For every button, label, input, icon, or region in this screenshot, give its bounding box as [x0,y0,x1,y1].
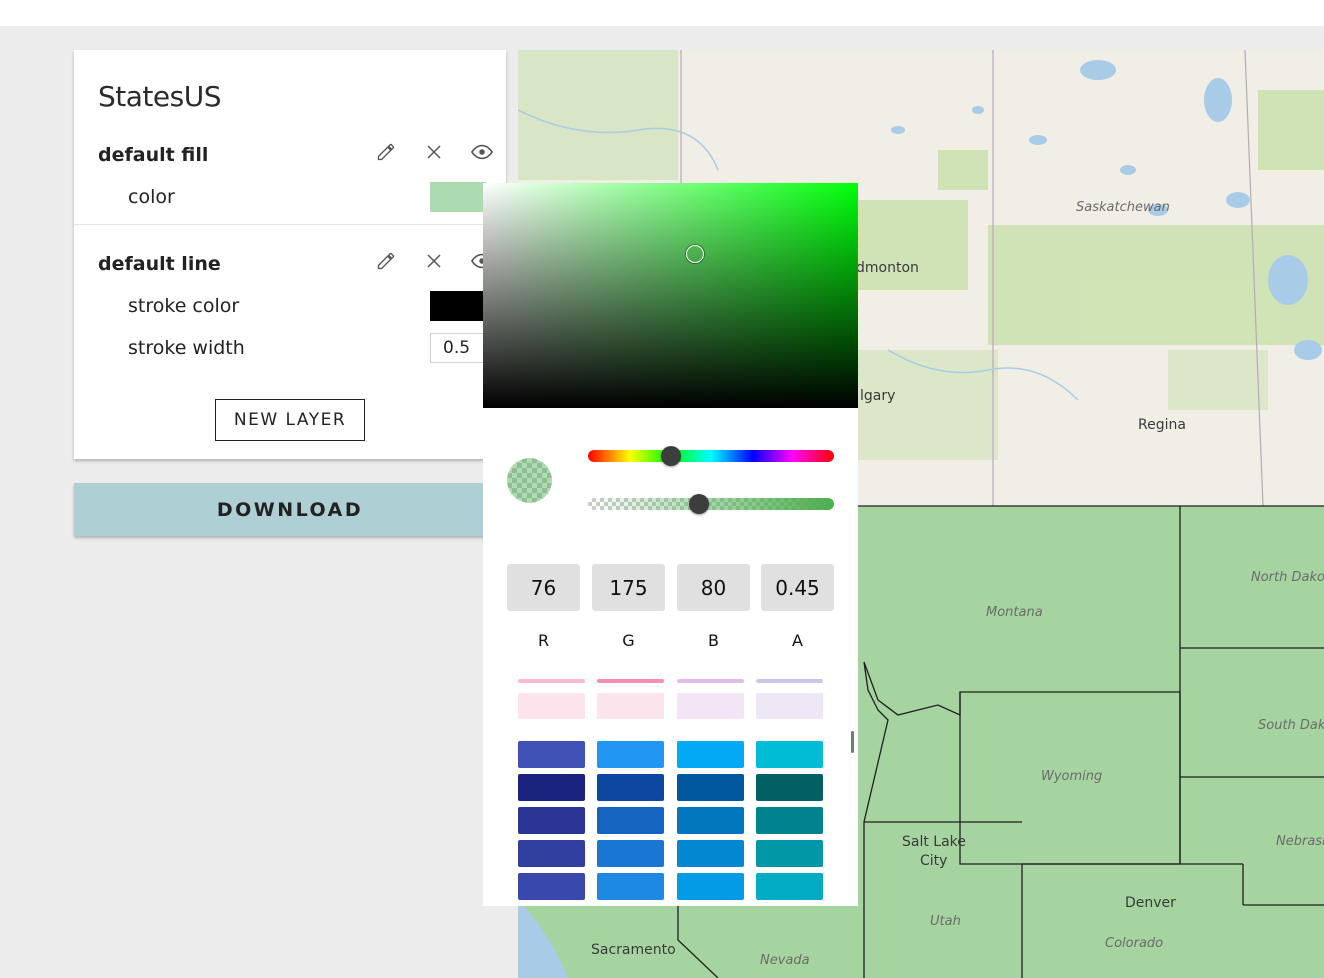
edit-layer-button[interactable] [373,248,399,274]
palette-swatch[interactable] [518,679,585,683]
new-layer-button[interactable]: NEW LAYER [215,399,365,441]
delete-layer-button[interactable] [421,248,447,274]
map-label-nebraska: Nebrask [1276,834,1324,849]
stroke-color-swatch[interactable] [430,291,486,321]
red-input[interactable]: 76 [507,564,580,611]
palette-swatch[interactable] [756,679,823,683]
prop-label-stroke-width: stroke width [128,337,245,359]
palette-swatch[interactable] [756,774,823,801]
alpha-slider-handle[interactable] [689,494,709,514]
palette-swatch[interactable] [518,741,585,768]
map-label-nevada: Nevada [760,953,810,968]
stroke-width-input[interactable]: 0.5 [430,333,486,363]
map-label-colorado: Colorado [1105,936,1164,951]
blue-input[interactable]: 80 [677,564,750,611]
color-preview [507,458,552,503]
red-label: R [537,631,550,650]
palette-swatch[interactable] [677,840,744,867]
panel-title: StatesUS [98,80,221,113]
map-label-north-dakota: North Dako [1251,570,1324,585]
palette-swatch[interactable] [756,741,823,768]
toggle-visibility-button[interactable] [469,139,495,165]
layer-divider [74,224,506,225]
palette-swatch[interactable] [597,774,664,801]
hue-slider[interactable] [588,450,834,462]
hue-slider-handle[interactable] [661,446,681,466]
palette-swatch[interactable] [677,741,744,768]
close-icon [427,254,441,268]
layer-panel: StatesUS default fill color default line… [74,50,506,459]
map-label-wyoming: Wyoming [1041,769,1103,784]
map-label-city: City [920,853,948,869]
map-label-sacramento: Sacramento [591,942,676,958]
palette-swatch[interactable] [597,840,664,867]
saturation-cursor[interactable] [686,245,704,263]
palette-swatch[interactable] [518,840,585,867]
palette-swatch[interactable] [677,873,744,900]
palette-swatch[interactable] [756,873,823,900]
color-preview-fill [507,458,552,503]
layer-name-default-line: default line [98,253,221,275]
alpha-label: A [792,631,803,650]
saturation-area[interactable] [483,183,858,408]
palette-swatch[interactable] [677,679,744,683]
download-button[interactable]: DOWNLOAD [74,483,506,536]
green-input[interactable]: 175 [592,564,665,611]
pencil-icon [377,143,395,161]
eye-icon [471,144,493,160]
pencil-icon [377,252,395,270]
green-label: G [622,631,635,650]
top-bar [0,0,1324,26]
palette-swatch[interactable] [756,840,823,867]
fill-color-swatch[interactable] [430,182,486,212]
close-icon [427,145,441,159]
palette-swatch[interactable] [518,807,585,834]
palette-swatch[interactable] [756,693,823,719]
map-label-salt-lake: Salt Lake [902,834,966,850]
palette-swatch[interactable] [597,679,664,683]
layer-name-default-fill: default fill [98,144,209,166]
palette-swatch[interactable] [677,693,744,719]
map-label-regina: Regina [1138,417,1186,433]
edit-layer-button[interactable] [373,139,399,165]
alpha-slider[interactable] [588,498,834,510]
palette-swatch[interactable] [597,693,664,719]
palette-swatch[interactable] [677,774,744,801]
blue-label: B [708,631,719,650]
palette-swatch[interactable] [518,774,585,801]
palette-swatch[interactable] [518,693,585,719]
palette-swatch[interactable] [518,873,585,900]
palette-swatch[interactable] [597,873,664,900]
palette-swatch[interactable] [597,741,664,768]
map-label-montana: Montana [986,605,1043,620]
palette-scrollbar[interactable] [851,731,854,753]
map-label-south-dakota: South Dako [1258,718,1324,733]
prop-label-stroke-color: stroke color [128,295,240,317]
palette-swatch[interactable] [677,807,744,834]
delete-layer-button[interactable] [421,139,447,165]
palette-swatch[interactable] [597,807,664,834]
map-label-denver: Denver [1125,895,1176,911]
map-label-saskatchewan: Saskatchewan [1076,200,1170,215]
color-picker-popover: 76 175 80 0.45 R G B A [483,183,858,906]
map-label-edmonton: dmonton [856,260,919,276]
alpha-slider-fill [588,498,834,510]
map-label-utah: Utah [930,914,961,929]
map-label-calgary: lgary [860,388,896,404]
palette-swatch[interactable] [756,807,823,834]
alpha-input[interactable]: 0.45 [761,564,834,611]
prop-label-color: color [128,186,175,208]
